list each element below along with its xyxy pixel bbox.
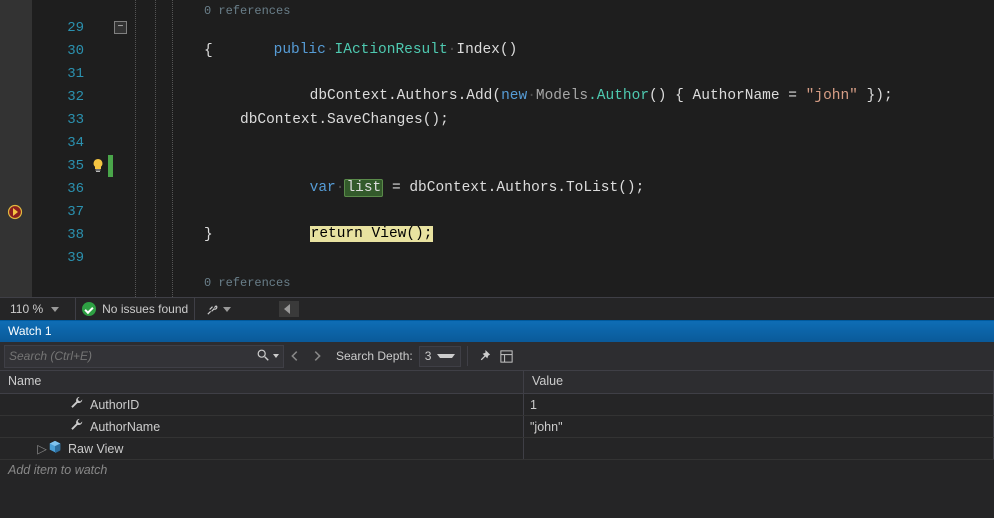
dropdown-icon[interactable] (223, 307, 231, 312)
line-number: 29 (38, 17, 84, 39)
change-marker (108, 155, 113, 177)
search-input[interactable] (9, 349, 256, 363)
lightbulb-icon[interactable] (90, 158, 106, 174)
watch-search-box[interactable] (4, 345, 284, 368)
line-number: 35 (38, 155, 84, 177)
search-next-button[interactable] (306, 345, 328, 367)
codelens-references[interactable]: 0 references (204, 272, 290, 294)
expander-icon[interactable]: ▷ (36, 441, 48, 456)
zoom-level[interactable]: 110 % (0, 302, 51, 316)
current-statement-icon[interactable] (7, 204, 23, 220)
zoom-dropdown-icon[interactable] (51, 307, 59, 312)
watch-item-name: AuthorID (90, 398, 139, 412)
code-line[interactable]: { (204, 40, 213, 62)
search-depth-label: Search Depth: (336, 349, 413, 363)
plug-icon[interactable] (201, 298, 223, 320)
add-watch-item[interactable]: Add item to watch (0, 460, 994, 480)
line-number: 39 (38, 247, 84, 269)
watch-item-name: Raw View (68, 442, 123, 456)
wrench-icon (70, 396, 84, 413)
check-icon[interactable] (82, 302, 96, 316)
watch-row[interactable]: AuthorID 1 (0, 394, 994, 416)
line-number: 34 (38, 132, 84, 154)
watch-row[interactable]: AuthorName "john" (0, 416, 994, 438)
search-depth-select[interactable]: 3 (419, 346, 461, 367)
search-options-icon[interactable] (273, 354, 279, 358)
issues-status[interactable]: No issues found (102, 302, 188, 316)
watch-item-value[interactable]: "john" (524, 416, 994, 437)
search-icon[interactable] (256, 348, 270, 365)
code-line[interactable]: dbContext.SaveChanges(); (240, 109, 449, 131)
line-number: 33 (38, 109, 84, 131)
watch-item-name: AuthorName (90, 420, 160, 434)
pin-button[interactable] (474, 345, 496, 367)
line-number: 36 (38, 178, 84, 200)
code-line[interactable]: } (204, 224, 213, 246)
watch-grid[interactable]: Name Value AuthorID 1 AuthorName "john" … (0, 371, 994, 518)
watch-panel-title[interactable]: Watch 1 (0, 320, 994, 342)
toggle-view-button[interactable] (496, 345, 518, 367)
watch-item-value[interactable] (524, 438, 994, 459)
line-number: 37 (38, 201, 84, 223)
watch-item-value[interactable]: 1 (524, 394, 994, 415)
line-number: 31 (38, 63, 84, 85)
column-name[interactable]: Name (0, 371, 524, 393)
cube-icon (48, 440, 62, 457)
watch-row[interactable]: ▷ Raw View (0, 438, 994, 460)
wrench-icon (70, 418, 84, 435)
line-number: 38 (38, 224, 84, 246)
editor-status-bar: 110 % No issues found (0, 297, 994, 320)
line-number: 32 (38, 86, 84, 108)
watch-columns-header[interactable]: Name Value (0, 371, 994, 394)
fold-toggle[interactable]: − (114, 21, 127, 34)
column-value[interactable]: Value (524, 371, 994, 393)
horizontal-scroll-left[interactable] (279, 301, 299, 317)
search-prev-button[interactable] (284, 345, 306, 367)
chevron-down-icon (437, 354, 455, 358)
watch-toolbar: Search Depth: 3 (0, 342, 994, 371)
code-editor[interactable]: 0 references 29 − public·IActionResult·I… (0, 0, 994, 297)
line-number: 30 (38, 40, 84, 62)
